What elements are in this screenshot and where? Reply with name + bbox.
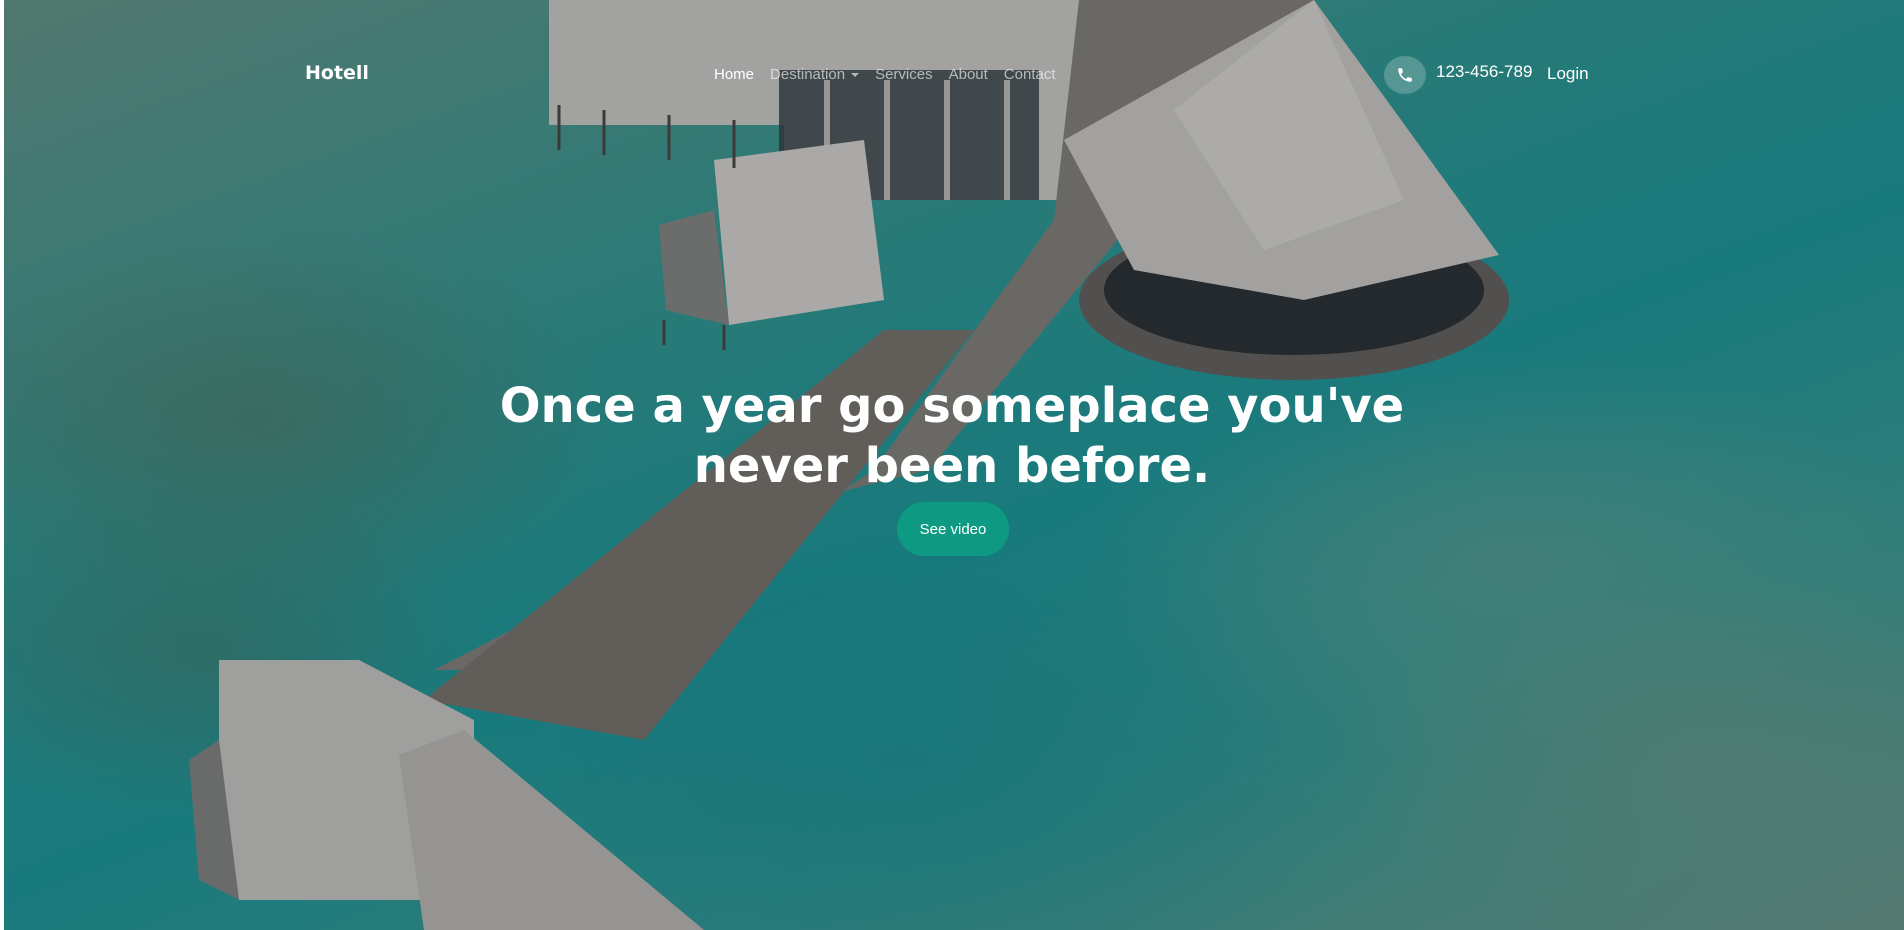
nav-item-destination[interactable]: Destination xyxy=(770,66,860,83)
phone-contact[interactable]: 123-456-789 xyxy=(1384,56,1532,94)
nav-item-contact[interactable]: Contact xyxy=(1004,66,1056,83)
nav-item-home[interactable]: Home xyxy=(714,66,754,83)
chevron-down-icon xyxy=(851,72,860,77)
nav-item-destination-label: Destination xyxy=(770,66,846,83)
brand-logo[interactable]: Hotell xyxy=(305,62,369,84)
nav-item-about[interactable]: About xyxy=(949,66,988,83)
nav-links: Home Destination Services About Contact xyxy=(714,66,1056,83)
hero-title-line-2: never been before. xyxy=(693,438,1211,494)
login-link[interactable]: Login xyxy=(1547,64,1589,84)
top-navbar: Hotell Home Destination Services About C… xyxy=(0,0,1904,150)
hero-title-line-1: Once a year go someplace you've xyxy=(499,378,1405,434)
hero-title: Once a year go someplace you've never be… xyxy=(452,376,1452,496)
nav-item-services[interactable]: Services xyxy=(875,66,933,83)
phone-number: 123-456-789 xyxy=(1436,62,1533,81)
phone-icon xyxy=(1384,56,1426,94)
see-video-button[interactable]: See video xyxy=(897,502,1009,556)
